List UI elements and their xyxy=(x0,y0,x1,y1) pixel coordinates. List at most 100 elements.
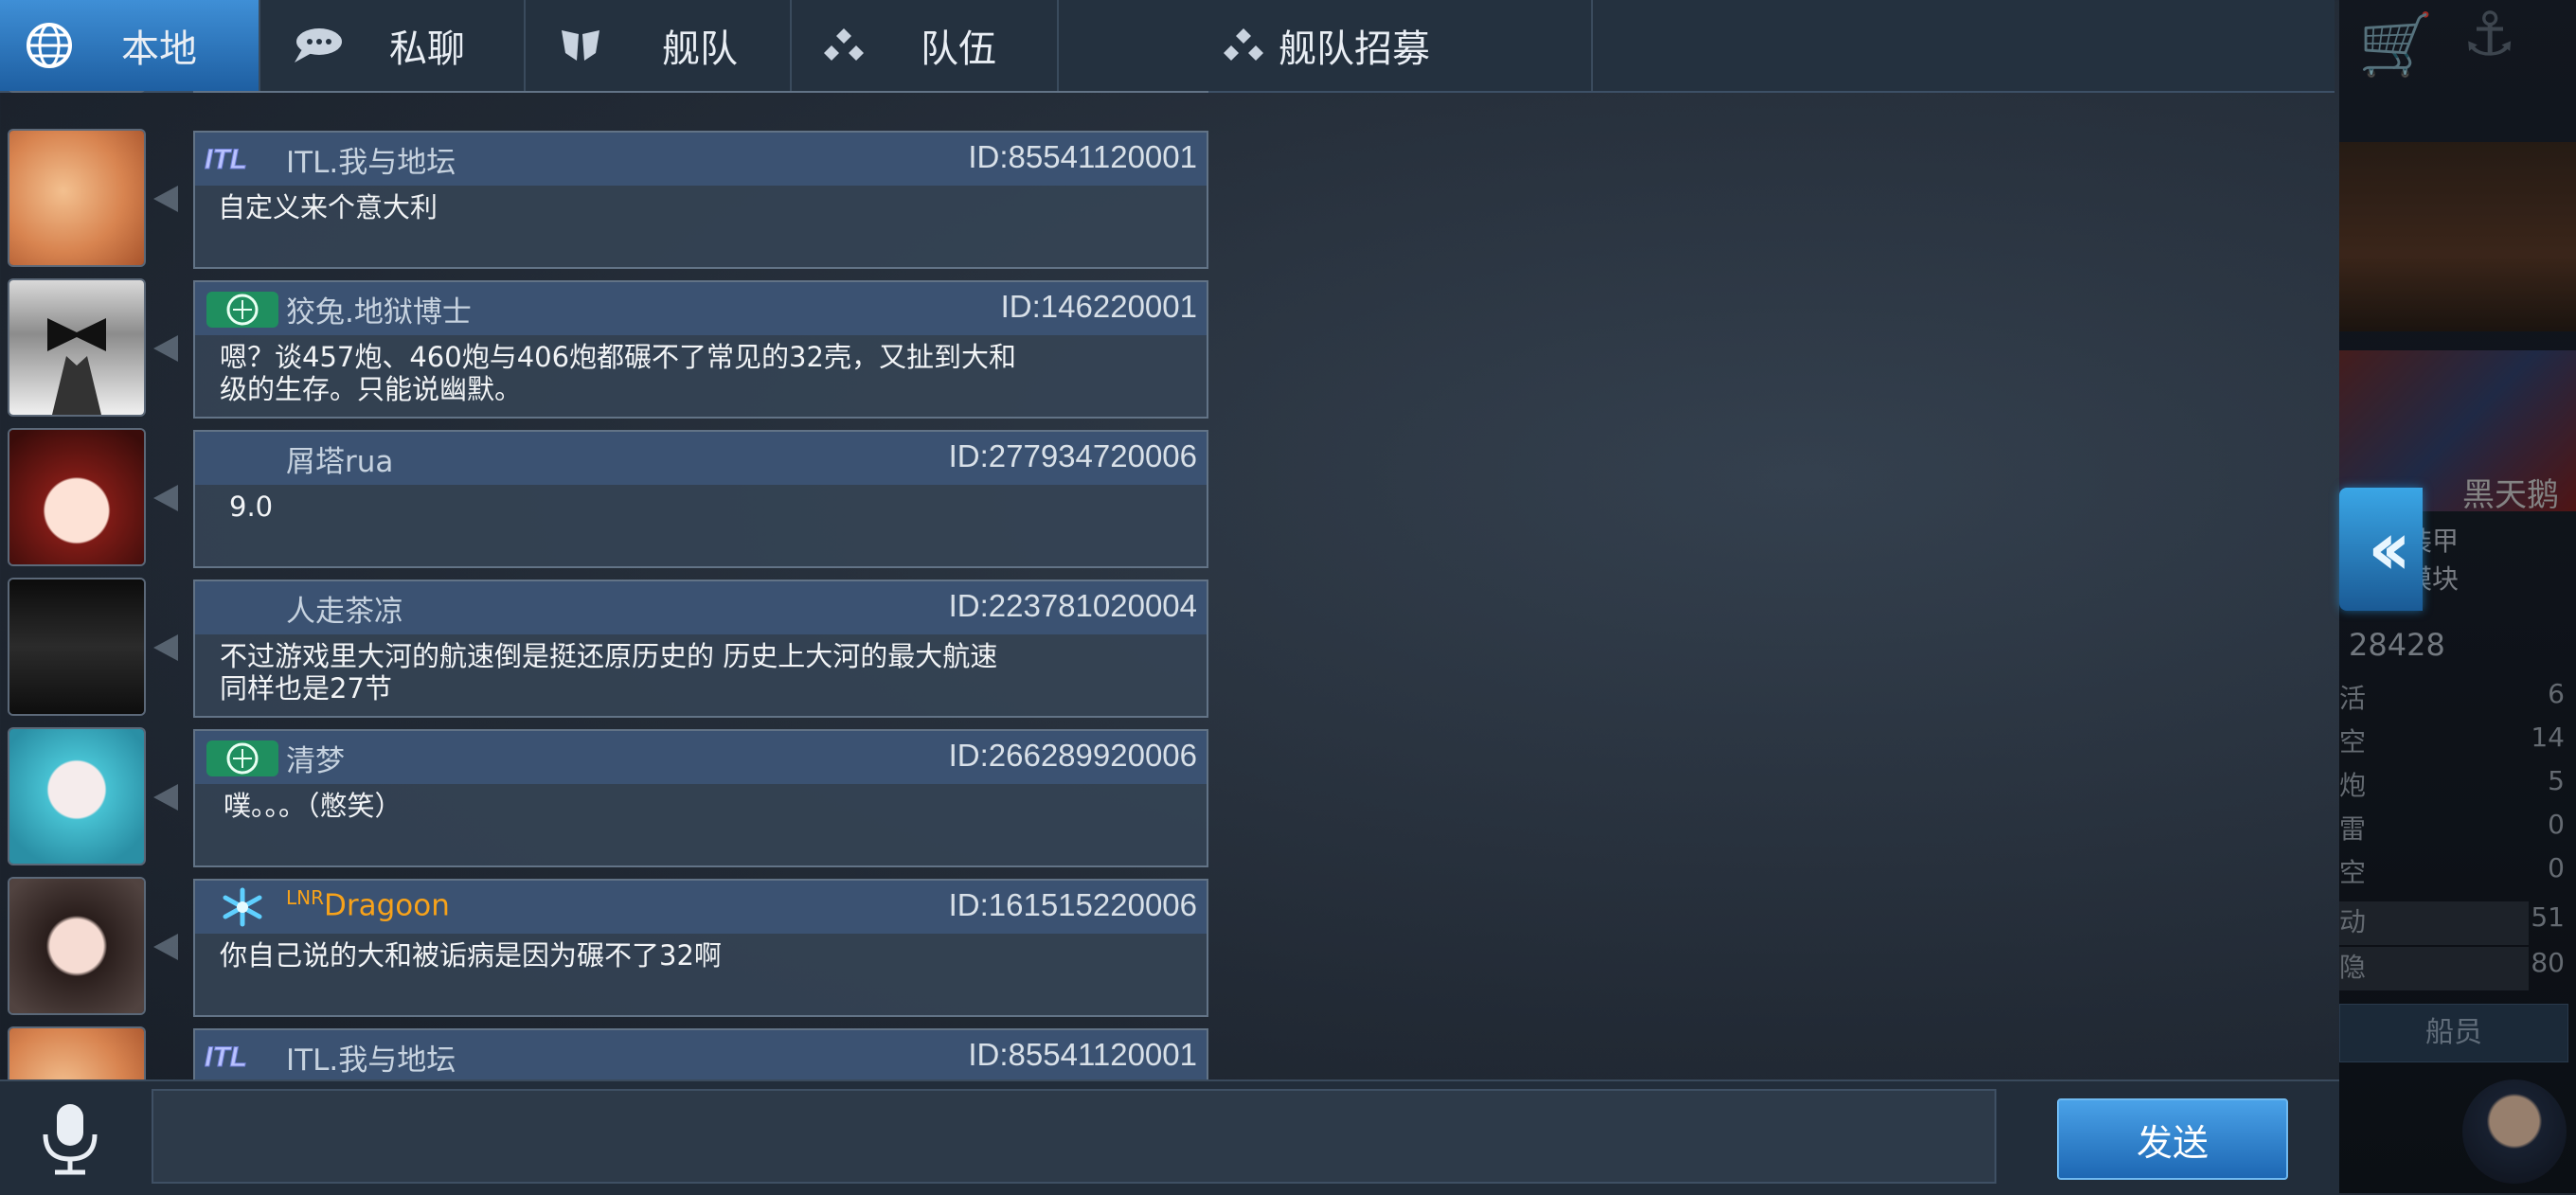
chat-bubble: 清梦 ID:266289920006 噗。。。（憋笑） xyxy=(193,729,1208,867)
avatar[interactable] xyxy=(9,879,144,1013)
bowtie-icon xyxy=(47,318,106,415)
sender-name[interactable]: 清梦 xyxy=(286,737,345,779)
tab-label: 队伍 xyxy=(921,27,996,71)
sender-id: ID:266289920006 xyxy=(948,738,1197,773)
tab-private[interactable]: 私聊 xyxy=(262,0,526,91)
ship-power: 28428 xyxy=(2349,627,2445,663)
sender-name[interactable]: ITL.我与地坛 xyxy=(286,138,456,181)
stat-row: 雷0 xyxy=(2339,809,2576,852)
message-text: 9.0 xyxy=(229,490,274,523)
list-item: 狡兔.地狱博士 ID:146220001 嗯？谈457炮、460炮与406炮都碾… xyxy=(0,280,1212,419)
chat-bubble: LNRDragoon ID:161515220006 你自己说的大和被诟病是因为… xyxy=(193,879,1208,1017)
list-item: ITL ITL.我与地坛 ID:85541120001 xyxy=(0,1028,1212,1079)
sender-prefix: LNR xyxy=(286,886,324,909)
avatar[interactable] xyxy=(9,280,144,415)
list-item: LNRDragoon ID:161515220006 你自己说的大和被诟病是因为… xyxy=(0,879,1212,1017)
chat-message-list[interactable]: ITL ITL.我与地坛 ID:85541120001 自定义来个意大利 狡兔.… xyxy=(0,91,1212,1079)
message-header: ITL ITL.我与地坛 ID:85541120001 xyxy=(195,133,1207,186)
message-header: 狡兔.地狱博士 ID:146220001 xyxy=(195,282,1207,335)
list-item: 屑塔rua ID:277934720006 9.0 xyxy=(0,430,1212,568)
stat-key: 空 xyxy=(2339,857,2367,888)
message-input[interactable] xyxy=(152,1089,1996,1184)
sender-name[interactable]: LNRDragoon xyxy=(286,886,450,922)
fleet-shield-icon xyxy=(562,30,599,61)
send-button[interactable]: 发送 xyxy=(2057,1098,2288,1180)
stat-key: 动 xyxy=(2339,906,2367,937)
tab-fleet-recruit[interactable]: 舰队招募 xyxy=(1061,0,1593,91)
speech-bubble-icon xyxy=(295,28,342,62)
stat-key: 炮 xyxy=(2339,770,2367,801)
sender-name[interactable]: 狡兔.地狱博士 xyxy=(286,288,472,330)
tab-local[interactable]: 本地 xyxy=(0,0,260,91)
stat-value: 51 xyxy=(2531,901,2565,933)
bubble-pointer xyxy=(153,485,178,511)
stat-value: 0 xyxy=(2548,809,2565,840)
stat-key: 活 xyxy=(2339,683,2367,714)
list-item: 清梦 ID:266289920006 噗。。。（憋笑） xyxy=(0,729,1212,867)
stat-row: 隐 80 xyxy=(2339,947,2576,990)
stat-key: 雷 xyxy=(2339,813,2367,845)
message-text: 噗。。。（憋笑） xyxy=(224,790,402,822)
anchor-icon: ⚓ xyxy=(2462,0,2517,70)
cart-icon: 🛒 xyxy=(2358,10,2434,80)
bubble-pointer xyxy=(153,634,178,661)
sender-name[interactable]: ITL.我与地坛 xyxy=(286,1036,456,1079)
collapse-chat-button[interactable]: ‹‹ xyxy=(2339,488,2423,611)
bubble-pointer xyxy=(153,784,178,811)
message-text: 自定义来个意大利 xyxy=(218,191,438,223)
stat-value: 5 xyxy=(2548,765,2565,796)
double-chevron-left-icon: ‹‹ xyxy=(2367,507,2411,592)
sender-id: ID:146220001 xyxy=(1000,289,1197,324)
chat-bubble: 人走茶凉 ID:223781020004 不过游戏里大河的航速倒是挺还原历史的 … xyxy=(193,580,1208,718)
captain-portrait[interactable] xyxy=(2462,1079,2567,1184)
chat-bubble: 狡兔.地狱博士 ID:146220001 嗯？谈457炮、460炮与406炮都碾… xyxy=(193,280,1208,419)
bubble-pointer xyxy=(153,186,178,212)
bubble-pointer xyxy=(153,934,178,960)
message-text: 不过游戏里大河的航速倒是挺还原历史的 历史上大河的最大航速 同样也是27节 xyxy=(220,640,998,705)
svg-text:ITL: ITL xyxy=(205,144,247,175)
tab-label: 本地 xyxy=(121,27,197,71)
list-item: 人走茶凉 ID:223781020004 不过游戏里大河的航速倒是挺还原历史的 … xyxy=(0,580,1212,718)
team-dots-icon xyxy=(1224,28,1263,61)
sender-name[interactable]: 人走茶凉 xyxy=(286,587,403,630)
itl-badge-icon: ITL xyxy=(205,1042,248,1074)
list-item: ITL ITL.我与地坛 ID:85541120001 自定义来个意大利 xyxy=(0,131,1212,269)
sender-id: ID:161515220006 xyxy=(948,887,1197,922)
sender-name[interactable]: 屑塔rua xyxy=(286,437,393,480)
tab-team[interactable]: 队伍 xyxy=(794,0,1059,91)
crew-button[interactable]: 船员 xyxy=(2339,1004,2568,1062)
tab-fleet[interactable]: 舰队 xyxy=(528,0,792,91)
avatar[interactable] xyxy=(9,430,144,564)
message-text: 你自己说的大和被诟病是因为碾不了32啊 xyxy=(220,939,722,972)
microphone-icon[interactable] xyxy=(28,1100,112,1176)
stat-value: 0 xyxy=(2548,852,2565,883)
globe-icon xyxy=(27,23,72,68)
tab-label: 私聊 xyxy=(389,27,465,71)
message-header: 清梦 ID:266289920006 xyxy=(195,731,1207,784)
chat-channel-tabs: 本地 私聊 舰队 队伍 舰队招募 xyxy=(0,0,2334,93)
stat-key: 空 xyxy=(2339,726,2367,758)
avatar[interactable] xyxy=(9,131,144,265)
stat-row: 空0 xyxy=(2339,852,2576,896)
avatar[interactable] xyxy=(9,1028,144,1079)
stat-value: 14 xyxy=(2531,722,2565,753)
avatar[interactable] xyxy=(9,729,144,864)
stat-row: 动 51 xyxy=(2339,901,2576,945)
green-emblem-icon xyxy=(206,292,278,328)
chat-bubble xyxy=(193,91,1208,93)
stat-row: 活6 xyxy=(2339,678,2576,722)
stat-value: 80 xyxy=(2531,947,2565,978)
ship-banner xyxy=(2339,142,2576,331)
message-header: 人走茶凉 ID:223781020004 xyxy=(195,581,1207,634)
message-text: 嗯？谈457炮、460炮与406炮都碾不了常见的32壳，又扯到大和 级的生存。只… xyxy=(220,341,1016,405)
itl-badge-icon: ITL xyxy=(205,144,248,176)
sender-name-text: Dragoon xyxy=(324,888,450,923)
tab-label: 舰队招募 xyxy=(1279,27,1430,71)
message-header: 屑塔rua ID:277934720006 xyxy=(195,432,1207,485)
chat-bubble: ITL ITL.我与地坛 ID:85541120001 xyxy=(193,1028,1208,1079)
avatar[interactable] xyxy=(9,580,144,714)
bubble-pointer xyxy=(153,335,178,362)
chat-input-bar: 发送 xyxy=(0,1079,2339,1195)
snowflake-badge-icon xyxy=(223,887,262,927)
stat-value: 6 xyxy=(2548,678,2565,709)
